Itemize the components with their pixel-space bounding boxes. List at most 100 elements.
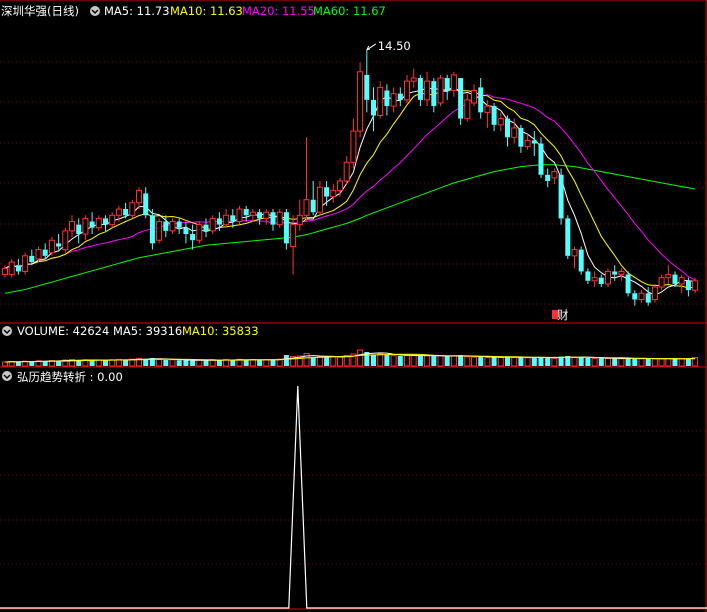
ma20-label: MA20: 11.55: [242, 4, 315, 18]
volume-bar: [156, 358, 163, 367]
candle: [458, 78, 464, 125]
volume-bar: [645, 358, 651, 366]
volume-bar: [283, 355, 289, 366]
volume-bar: [123, 360, 129, 366]
volume-bar: [658, 358, 665, 367]
chevron-down-icon[interactable]: [2, 326, 12, 336]
volume-bar: [417, 356, 423, 366]
volume-bar: [612, 358, 618, 366]
volume-bar: [484, 357, 491, 367]
volume-bar: [176, 360, 182, 366]
volume-bar: [404, 354, 410, 367]
ma60-label: MA60: 11.67: [313, 4, 386, 18]
volume-bar: [270, 359, 276, 366]
ma10-label: MA10: 11.63: [170, 4, 243, 18]
chevron-down-icon[interactable]: [2, 371, 12, 381]
volume-bar: [471, 356, 477, 367]
volume-bar: [337, 356, 343, 367]
volume-bar: [618, 358, 625, 367]
candle: [196, 221, 203, 244]
volume-bar: [330, 356, 337, 367]
volume-bar: [651, 358, 658, 367]
volume-ma5-label: MA5: 39316: [113, 324, 182, 338]
volume-bar: [571, 357, 578, 367]
volume-bar: [458, 355, 464, 366]
high-price-label: 14.50: [378, 39, 411, 53]
volume-bar: [531, 357, 537, 366]
volume-bar: [632, 358, 638, 366]
candle: [357, 62, 364, 138]
volume-bar: [464, 356, 471, 367]
finance-label: 财: [557, 308, 569, 322]
price-header: 深圳华强(日线) MA5: 11.73 MA10: 11.63 MA20: 11…: [1, 4, 386, 18]
volume-bar: [598, 358, 604, 366]
volume-bar: [377, 353, 384, 367]
candle: [129, 199, 136, 219]
indicator-label: 弘历趋势转折 : 0.00: [17, 370, 123, 384]
volume-bar: [491, 357, 497, 366]
volume-bar: [551, 357, 558, 367]
volume-label: VOLUME: 42624: [17, 324, 109, 338]
volume-bar: [89, 360, 95, 366]
candle: [236, 205, 243, 225]
volume-bar: [390, 355, 397, 367]
volume-bar: [243, 359, 249, 366]
volume-bar: [538, 357, 544, 366]
volume-bar: [410, 354, 417, 367]
volume-bar: [371, 354, 376, 366]
volume-bar: [216, 360, 222, 366]
volume-bar: [437, 355, 444, 367]
volume-header: VOLUME: 42624 MA5: 39316 MA10: 35833: [2, 324, 259, 338]
volume-bar: [625, 358, 631, 366]
volume-bar: [357, 349, 364, 367]
candle: [578, 246, 584, 275]
volume-bar: [15, 361, 21, 366]
volume-bar: [203, 360, 209, 366]
volume-bar: [397, 356, 403, 366]
volume-bar: [444, 356, 450, 366]
volume-bar: [578, 357, 584, 366]
volume-bar: [665, 358, 672, 367]
candle: [605, 268, 611, 288]
volume-bar: [316, 356, 323, 367]
volume-bar: [324, 357, 330, 366]
candle: [22, 252, 29, 275]
volume-bar: [109, 359, 116, 367]
volume-bar: [497, 356, 504, 367]
candle: [8, 258, 15, 278]
indicator-header: 弘历趋势转折 : 0.00: [2, 370, 123, 384]
volume-bar: [249, 359, 256, 367]
ma5-label: MA5: 11.73: [104, 4, 170, 18]
volume-ma10-label: MA10: 35833: [182, 324, 259, 338]
volume-bar: [209, 359, 216, 367]
volume-bar: [591, 357, 598, 367]
candle: [437, 74, 444, 107]
volume-bar: [431, 356, 437, 366]
candle: [558, 168, 564, 225]
stock-chart[interactable]: 深圳华强(日线) MA5: 11.73 MA10: 11.63 MA20: 11…: [0, 0, 707, 612]
volume-bar: [263, 359, 270, 367]
volume-bar: [672, 359, 678, 366]
volume-bar: [169, 359, 176, 367]
volume-bar: [638, 358, 645, 367]
volume-bar: [190, 360, 196, 366]
candle: [209, 215, 216, 235]
candle: [62, 227, 69, 253]
volume-bar: [310, 357, 316, 366]
volume-bar: [478, 356, 484, 366]
volume-bar: [524, 357, 531, 367]
volume-bar: [196, 359, 203, 367]
volume-bar: [103, 360, 108, 366]
chevron-down-icon[interactable]: [90, 6, 100, 16]
stock-title[interactable]: 深圳华强(日线): [1, 4, 79, 18]
volume-bar: [424, 355, 431, 367]
volume-bar: [450, 355, 457, 367]
volume-bar: [2, 361, 8, 367]
volume-bar: [678, 358, 685, 367]
volume-bar: [384, 355, 390, 366]
candle: [276, 209, 283, 228]
volume-bar: [545, 358, 551, 366]
volume-bar: [257, 360, 263, 366]
volume-bar: [505, 356, 510, 366]
volume-bar: [183, 360, 189, 366]
